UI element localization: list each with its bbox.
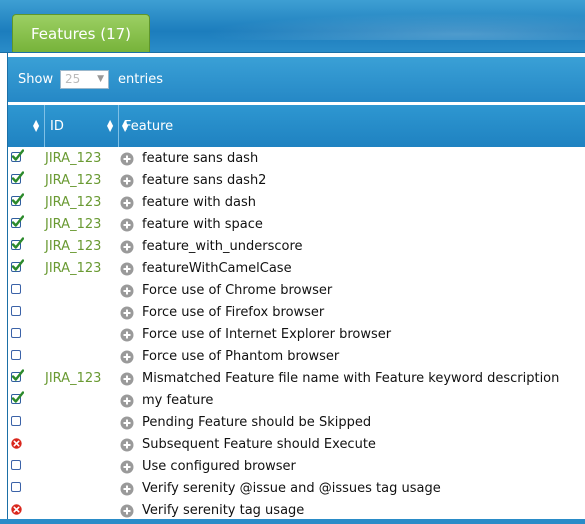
feature-name[interactable]: Subsequent Feature should Execute <box>142 437 376 452</box>
feature-name[interactable]: Force use of Internet Explorer browser <box>142 327 391 342</box>
check-icon <box>11 171 24 184</box>
sort-icon: ▲ ▼ <box>107 118 114 133</box>
checkbox-icon[interactable] <box>11 328 21 338</box>
checkbox-icon[interactable] <box>11 460 21 470</box>
table-row[interactable]: Force use of Chrome browser <box>8 280 585 302</box>
check-icon <box>11 149 24 162</box>
issue-id[interactable]: JIRA_123 <box>45 195 101 210</box>
check-icon <box>11 237 24 250</box>
plus-circle-icon[interactable] <box>120 482 134 496</box>
feature-name[interactable]: feature_with_underscore <box>142 239 303 254</box>
table-row[interactable]: JIRA_123 feature with dash <box>8 192 585 214</box>
show-label: Show <box>18 72 54 87</box>
table-row[interactable]: Pending Feature should be Skipped <box>8 412 585 434</box>
check-icon <box>11 391 24 404</box>
plus-circle-icon[interactable] <box>120 460 134 474</box>
header-bar: Features (17) <box>0 0 585 53</box>
issue-id[interactable]: JIRA_123 <box>45 239 101 254</box>
plus-circle-icon[interactable] <box>120 416 134 430</box>
table-row[interactable]: Verify serenity @issue and @issues tag u… <box>8 478 585 500</box>
checkbox-icon[interactable] <box>11 482 21 492</box>
feature-name[interactable]: Force use of Chrome browser <box>142 283 332 298</box>
feature-name[interactable]: Force use of Phantom browser <box>142 349 339 364</box>
header-decoration <box>160 10 585 40</box>
feature-name[interactable]: feature with dash <box>142 195 256 210</box>
header-id-label: ID <box>50 119 64 134</box>
plus-circle-icon[interactable] <box>120 196 134 210</box>
page-size-select[interactable]: 25 ▼ <box>60 70 109 89</box>
error-icon <box>11 504 22 515</box>
feature-name[interactable]: Force use of Firefox browser <box>142 305 324 320</box>
issue-id[interactable]: JIRA_123 <box>45 217 101 232</box>
checkbox-icon[interactable] <box>11 350 21 360</box>
table-row[interactable]: Force use of Phantom browser <box>8 346 585 368</box>
checkbox-icon[interactable] <box>11 416 21 426</box>
feature-name[interactable]: Verify serenity @issue and @issues tag u… <box>142 481 441 496</box>
header-status-column[interactable]: ▲ ▼ <box>8 105 44 147</box>
plus-circle-icon[interactable] <box>120 152 134 166</box>
feature-name[interactable]: Verify serenity tag usage <box>142 503 304 518</box>
feature-name[interactable]: my feature <box>142 393 213 408</box>
table-row[interactable]: JIRA_123 Mismatched Feature file name wit… <box>8 368 585 390</box>
table-header: ▲ ▼ ID ▲ ▼ ▲ ▼ Feature <box>8 105 585 147</box>
table-row[interactable]: my feature <box>8 390 585 412</box>
entries-label: entries <box>118 72 164 87</box>
check-icon <box>11 259 24 272</box>
plus-circle-icon[interactable] <box>120 262 134 276</box>
feature-name[interactable]: Use configured browser <box>142 459 296 474</box>
sort-icon: ▲ ▼ <box>33 118 40 133</box>
checkbox-icon[interactable] <box>11 306 21 316</box>
plus-circle-icon[interactable] <box>120 372 134 386</box>
table-row[interactable]: Force use of Internet Explorer browser <box>8 324 585 346</box>
error-icon <box>11 438 22 449</box>
feature-name[interactable]: featureWithCamelCase <box>142 261 292 276</box>
feature-name[interactable]: Mismatched Feature file name with Featur… <box>142 371 559 386</box>
plus-circle-icon[interactable] <box>120 240 134 254</box>
table-row[interactable]: JIRA_123 feature_with_underscore <box>8 236 585 258</box>
table-row[interactable]: JIRA_123 featureWithCamelCase <box>8 258 585 280</box>
feature-name[interactable]: feature with space <box>142 217 263 232</box>
chevron-down-icon: ▼ <box>97 74 104 84</box>
feature-name[interactable]: feature sans dash <box>142 151 258 166</box>
plus-circle-icon[interactable] <box>120 284 134 298</box>
plus-circle-icon[interactable] <box>120 350 134 364</box>
table-row[interactable]: JIRA_123 feature sans dash <box>8 148 585 170</box>
table-row[interactable]: JIRA_123 feature sans dash2 <box>8 170 585 192</box>
plus-circle-icon[interactable] <box>120 328 134 342</box>
check-icon <box>11 193 24 206</box>
plus-circle-icon[interactable] <box>120 306 134 320</box>
features-panel: Show 25 ▼ entries ▲ ▼ ID ▲ ▼ ▲ ▼ Feature JI… <box>7 53 585 524</box>
header-feature-column[interactable]: ▲ ▼ Feature <box>119 105 585 147</box>
issue-id[interactable]: JIRA_123 <box>45 371 101 386</box>
checkbox-icon[interactable] <box>11 284 21 294</box>
plus-circle-icon[interactable] <box>120 438 134 452</box>
issue-id[interactable]: JIRA_123 <box>45 151 101 166</box>
bottom-border <box>0 519 585 524</box>
check-icon <box>11 369 24 382</box>
table-body: JIRA_123 feature sans dash JIRA_123 feature… <box>8 148 585 522</box>
plus-circle-icon[interactable] <box>120 174 134 188</box>
page-size-value: 25 <box>65 72 81 86</box>
check-icon <box>11 215 24 228</box>
table-row[interactable]: Use configured browser <box>8 456 585 478</box>
plus-circle-icon[interactable] <box>120 394 134 408</box>
table-row[interactable]: Force use of Firefox browser <box>8 302 585 324</box>
header-id-column[interactable]: ID ▲ ▼ <box>45 105 118 147</box>
tab-features[interactable]: Features (17) <box>12 14 150 52</box>
issue-id[interactable]: JIRA_123 <box>45 261 101 276</box>
feature-name[interactable]: feature sans dash2 <box>142 173 266 188</box>
issue-id[interactable]: JIRA_123 <box>45 173 101 188</box>
plus-circle-icon[interactable] <box>120 218 134 232</box>
plus-circle-icon[interactable] <box>120 504 134 518</box>
header-feature-label: Feature <box>124 119 174 134</box>
table-row[interactable]: Subsequent Feature should Execute <box>8 434 585 456</box>
feature-name[interactable]: Pending Feature should be Skipped <box>142 415 371 430</box>
table-row[interactable]: JIRA_123 feature with space <box>8 214 585 236</box>
table-controls: Show 25 ▼ entries <box>8 57 585 102</box>
